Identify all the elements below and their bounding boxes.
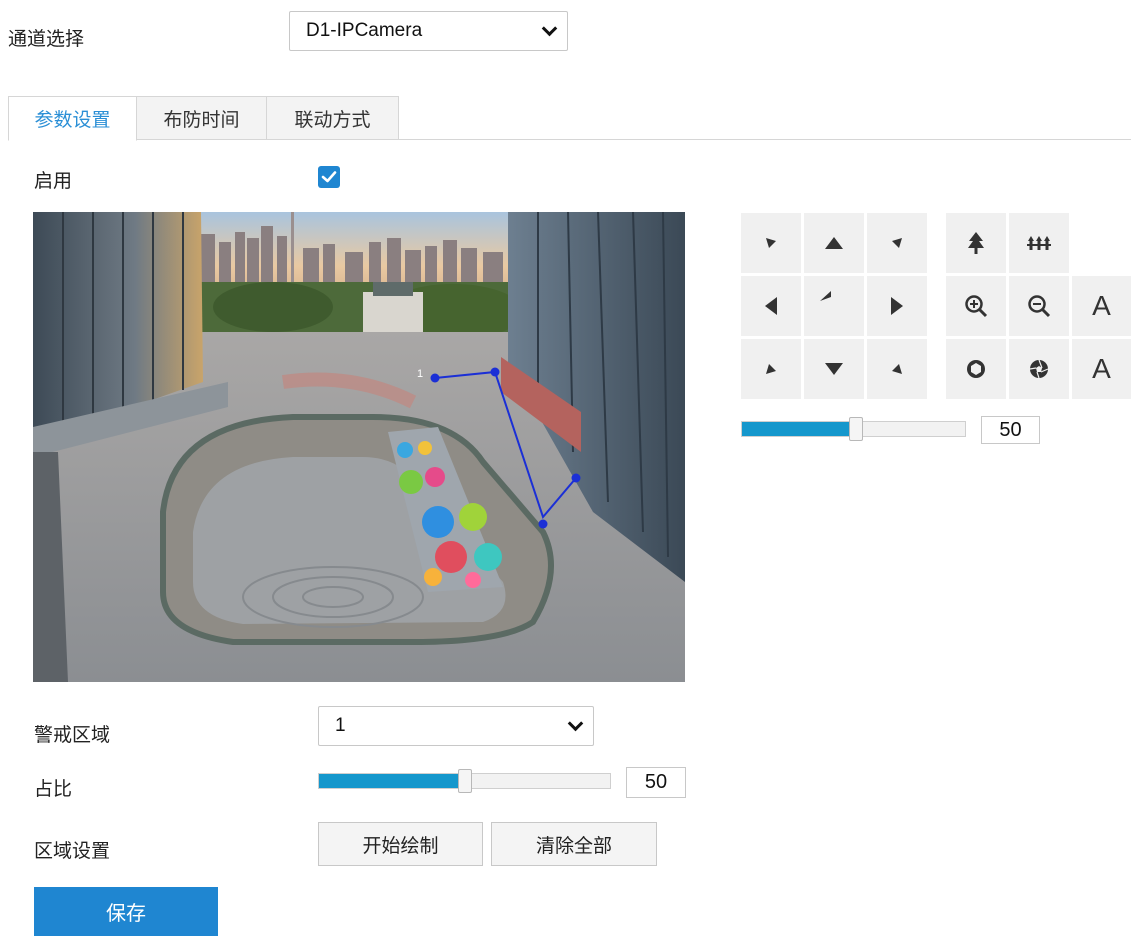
ptz-zoom-in-button[interactable] [946,276,1006,336]
ptz-auto-iris-button[interactable]: A [1072,339,1131,399]
chevron-down-icon [567,715,584,731]
ptz-speed-handle[interactable] [849,417,863,441]
grass-icon [1027,236,1051,250]
zone-select[interactable]: 1 [318,706,594,746]
ptz-zoom-out-button[interactable] [1009,276,1069,336]
tab-schedule[interactable]: 布防时间 [136,96,267,140]
camera-scene-image: 1 [33,212,685,682]
ptz-down-left-button[interactable] [741,339,801,399]
ptz-focus-near-button[interactable] [1009,213,1069,273]
ratio-handle[interactable] [458,769,472,793]
ptz-right-button[interactable] [867,276,927,336]
zone-value: 1 [335,715,346,736]
ptz-speed-slider[interactable] [741,417,966,441]
chevron-down-icon [541,20,558,36]
channel-select[interactable]: D1-IPCamera [289,11,568,51]
checkmark-icon [321,171,337,183]
arrow-up-icon [825,237,843,249]
iris-close-icon [1029,359,1049,379]
channel-label: 通道选择 [8,28,85,50]
ptz-auto-focus-button[interactable]: A [1072,276,1131,336]
tab-params[interactable]: 参数设置 [8,96,137,141]
arrow-down-right-icon [892,364,902,374]
letter-a-icon: A [1092,290,1111,321]
channel-value: D1-IPCamera [306,20,423,41]
video-preview[interactable]: 1 [33,212,685,682]
ptz-focus-far-button[interactable] [946,213,1006,273]
region-number: 1 [417,368,423,380]
letter-a-icon: A [1092,353,1111,384]
return-arrow-icon [820,291,831,301]
ptz-up-button[interactable] [804,213,864,273]
tree-icon [968,232,984,254]
enable-checkbox[interactable] [318,166,340,188]
ptz-iris-close-button[interactable] [1009,339,1069,399]
clear-all-button[interactable]: 清除全部 [491,822,657,866]
iris-open-icon [967,360,985,378]
ratio-value[interactable]: 50 [626,767,686,798]
arrow-up-left-icon [766,238,776,248]
tab-linkage[interactable]: 联动方式 [266,96,399,140]
save-button[interactable]: 保存 [34,887,218,936]
arrow-down-icon [825,363,843,375]
ratio-fill [319,774,466,788]
ptz-up-right-button[interactable] [867,213,927,273]
ptz-reset-button[interactable] [804,276,864,336]
ptz-down-right-button[interactable] [867,339,927,399]
start-draw-button[interactable]: 开始绘制 [318,822,483,866]
ptz-speed-value[interactable]: 50 [981,416,1040,444]
ptz-left-button[interactable] [741,276,801,336]
ptz-up-left-button[interactable] [741,213,801,273]
ptz-down-button[interactable] [804,339,864,399]
zoom-out-icon [1028,295,1051,318]
zone-label: 警戒区域 [34,724,111,746]
ratio-label: 占比 [34,778,73,800]
ptz-iris-open-button[interactable] [946,339,1006,399]
tab-bar: 参数设置 布防时间 联动方式 [8,96,1131,141]
ptz-speed-fill [742,422,857,436]
arrow-left-icon [765,297,777,315]
arrow-down-left-icon [766,364,776,374]
arrow-right-icon [891,297,903,315]
zoom-in-icon [965,295,988,318]
enable-label: 启用 [34,170,73,192]
area-label: 区域设置 [34,840,111,862]
arrow-up-right-icon [892,238,902,248]
ratio-slider[interactable] [318,769,611,793]
